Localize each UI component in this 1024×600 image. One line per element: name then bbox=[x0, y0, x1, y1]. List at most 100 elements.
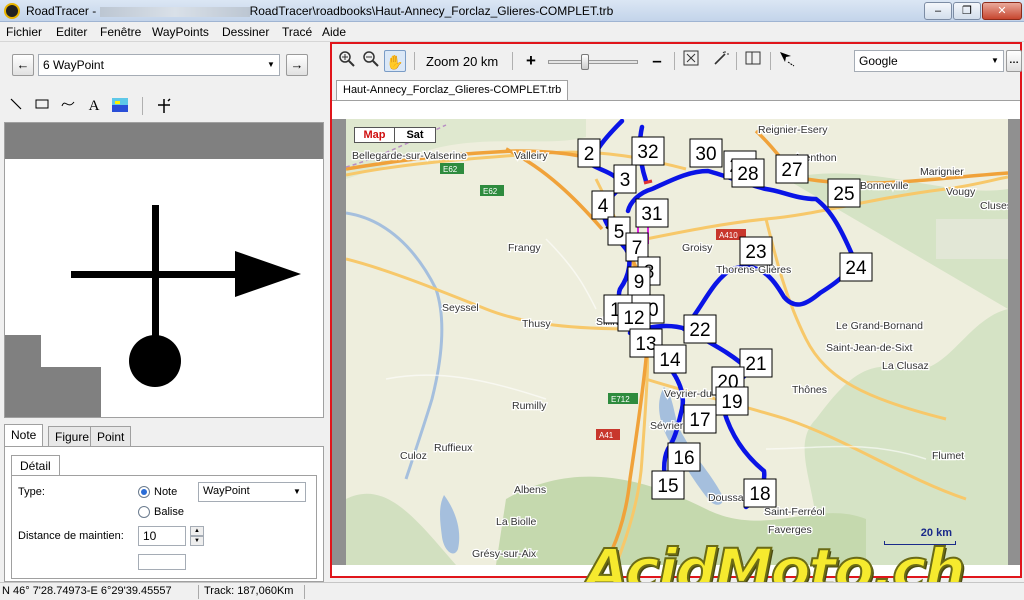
waypoint-marker[interactable]: 32 bbox=[631, 136, 665, 166]
minimize-button[interactable]: – bbox=[924, 2, 952, 20]
distance-spin-up[interactable]: ▲ bbox=[190, 526, 204, 536]
waypoint-marker[interactable]: 4 bbox=[591, 190, 615, 220]
type-note-radio[interactable] bbox=[138, 486, 150, 498]
curve-tool-icon[interactable] bbox=[58, 96, 78, 116]
type-select[interactable]: WayPoint ▼ bbox=[198, 482, 306, 502]
waypoint-marker[interactable]: 22 bbox=[683, 314, 717, 344]
map-canvas: Bellegarde-sur-Valserine Valleiry Reignier… bbox=[346, 119, 1008, 565]
zoom-minus-icon[interactable]: – bbox=[646, 50, 668, 72]
blurred-username bbox=[99, 6, 250, 17]
map-panel: ✋ Zoom 20 km + – Google ▼ … Haut-Annecy_… bbox=[330, 42, 1022, 578]
maximize-button[interactable]: ❐ bbox=[953, 2, 981, 20]
intersection-tool-icon[interactable] bbox=[154, 96, 174, 116]
zoom-slider[interactable] bbox=[548, 54, 638, 70]
distance-spin-down[interactable]: ▼ bbox=[190, 536, 204, 546]
waypoint-marker[interactable]: 25 bbox=[827, 178, 861, 208]
place-label: Reignier-Esery bbox=[758, 124, 828, 136]
waypoint-marker[interactable]: 16 bbox=[667, 442, 701, 472]
type-note-label: Note bbox=[154, 486, 178, 498]
line-tool-icon[interactable] bbox=[6, 96, 26, 116]
place-label: Le Grand-Bornand bbox=[836, 320, 923, 332]
waypoint-marker[interactable]: 31 bbox=[635, 198, 669, 228]
waypoint-marker[interactable]: 18 bbox=[743, 478, 777, 508]
toolbar-separator bbox=[674, 52, 675, 70]
tab-point[interactable]: Point bbox=[90, 426, 132, 446]
waypoint-marker[interactable]: 23 bbox=[739, 236, 773, 266]
split-view-icon[interactable] bbox=[742, 50, 764, 72]
magic-wand-icon[interactable] bbox=[710, 50, 732, 72]
close-button[interactable]: ✕ bbox=[982, 2, 1022, 20]
subtab-detail[interactable]: Détail bbox=[11, 455, 60, 475]
secondary-input[interactable] bbox=[138, 554, 186, 570]
distance-input[interactable]: 10 bbox=[138, 526, 186, 546]
menu-fenetre[interactable]: Fenêtre bbox=[100, 25, 141, 39]
pan-hand-icon[interactable]: ✋ bbox=[384, 50, 406, 72]
waypoint-marker[interactable]: 17 bbox=[683, 404, 717, 434]
select-route-icon[interactable] bbox=[776, 50, 798, 72]
tab-note[interactable]: Note bbox=[4, 424, 44, 446]
zoom-slider-thumb[interactable] bbox=[581, 54, 589, 70]
road-shield-label: A410 bbox=[719, 231, 738, 240]
next-waypoint-button[interactable]: → bbox=[286, 54, 308, 76]
waypoint-number: 27 bbox=[781, 160, 802, 181]
place-label: Culoz bbox=[400, 450, 427, 462]
place-label: Thorens-Glières bbox=[716, 264, 791, 276]
document-tab[interactable]: Haut-Annecy_Forclaz_Glieres-COMPLET.trb bbox=[336, 80, 569, 100]
waypoint-select[interactable]: 6 WayPoint ▼ bbox=[38, 54, 280, 76]
waypoint-marker[interactable]: 24 bbox=[839, 252, 873, 282]
road-shield-label: A41 bbox=[599, 431, 614, 440]
waypoint-marker[interactable]: 12 bbox=[617, 302, 651, 332]
fit-to-window-icon[interactable] bbox=[680, 50, 702, 72]
waypoint-marker[interactable]: 9 bbox=[627, 266, 651, 296]
menu-fichier[interactable]: Fichier bbox=[6, 25, 42, 39]
waypoint-marker[interactable]: 2 bbox=[577, 138, 601, 168]
prev-waypoint-button[interactable]: ← bbox=[12, 54, 34, 76]
place-label: Groisy bbox=[682, 242, 713, 254]
map-type-map-button[interactable]: Map bbox=[355, 128, 395, 142]
waypoint-marker[interactable]: 3 bbox=[613, 164, 637, 194]
waypoint-panel: ← 6 WayPoint ▼ → A Note Figure Point Dét… bbox=[0, 42, 328, 582]
waypoint-number: 5 bbox=[614, 222, 625, 243]
menu-bar: Fichier Editer Fenêtre WayPoints Dessine… bbox=[0, 22, 1024, 42]
map-provider-select[interactable]: Google ▼ bbox=[854, 50, 1004, 72]
waypoint-nav: ← 6 WayPoint ▼ → bbox=[0, 50, 328, 78]
roadtracer-app-icon bbox=[4, 3, 20, 19]
text-tool-icon[interactable]: A bbox=[84, 96, 104, 116]
more-options-button[interactable]: … bbox=[1006, 50, 1022, 72]
map-provider-value: Google bbox=[859, 54, 898, 68]
waypoint-number: 12 bbox=[623, 308, 644, 329]
type-balise-radio[interactable] bbox=[138, 506, 150, 518]
waypoint-marker[interactable]: 14 bbox=[653, 344, 687, 374]
waypoint-number: 21 bbox=[745, 354, 766, 375]
waypoint-marker[interactable]: 28 bbox=[731, 158, 765, 188]
roadbook-drawing-canvas[interactable] bbox=[4, 122, 324, 418]
waypoint-number: 4 bbox=[598, 196, 609, 217]
waypoint-marker[interactable]: 21 bbox=[739, 348, 773, 378]
zoom-in-icon[interactable] bbox=[336, 50, 358, 72]
chevron-down-icon: ▼ bbox=[293, 487, 301, 496]
place-label: Ruffieux bbox=[434, 442, 473, 454]
map-type-sat-button[interactable]: Sat bbox=[395, 128, 435, 142]
image-tool-icon[interactable] bbox=[110, 96, 130, 116]
tab-figure[interactable]: Figure bbox=[48, 426, 97, 446]
waypoint-marker[interactable]: 30 bbox=[689, 138, 723, 168]
zoom-plus-icon[interactable]: + bbox=[520, 50, 542, 72]
menu-editer[interactable]: Editer bbox=[56, 25, 87, 39]
place-label: Frangy bbox=[508, 242, 541, 254]
type-label: Type: bbox=[18, 486, 45, 498]
road-shield: E62 bbox=[480, 185, 504, 196]
menu-trace[interactable]: Tracé bbox=[282, 25, 312, 39]
menu-aide[interactable]: Aide bbox=[322, 25, 346, 39]
map-view[interactable]: Bellegarde-sur-Valserine Valleiry Reignier… bbox=[346, 119, 1008, 565]
rectangle-tool-icon[interactable] bbox=[32, 96, 52, 116]
waypoint-marker[interactable]: 15 bbox=[651, 470, 685, 500]
place-label: La Clusaz bbox=[882, 360, 929, 372]
waypoint-marker[interactable]: 27 bbox=[775, 154, 809, 184]
road-shield-label: E712 bbox=[611, 395, 630, 404]
menu-dessiner[interactable]: Dessiner bbox=[222, 25, 269, 39]
waypoint-marker[interactable]: 19 bbox=[715, 386, 749, 416]
menu-waypoints[interactable]: WayPoints bbox=[152, 25, 209, 39]
road-shield-label: E62 bbox=[483, 187, 498, 196]
place-label: Thônes bbox=[792, 384, 827, 396]
zoom-out-icon[interactable] bbox=[360, 50, 382, 72]
